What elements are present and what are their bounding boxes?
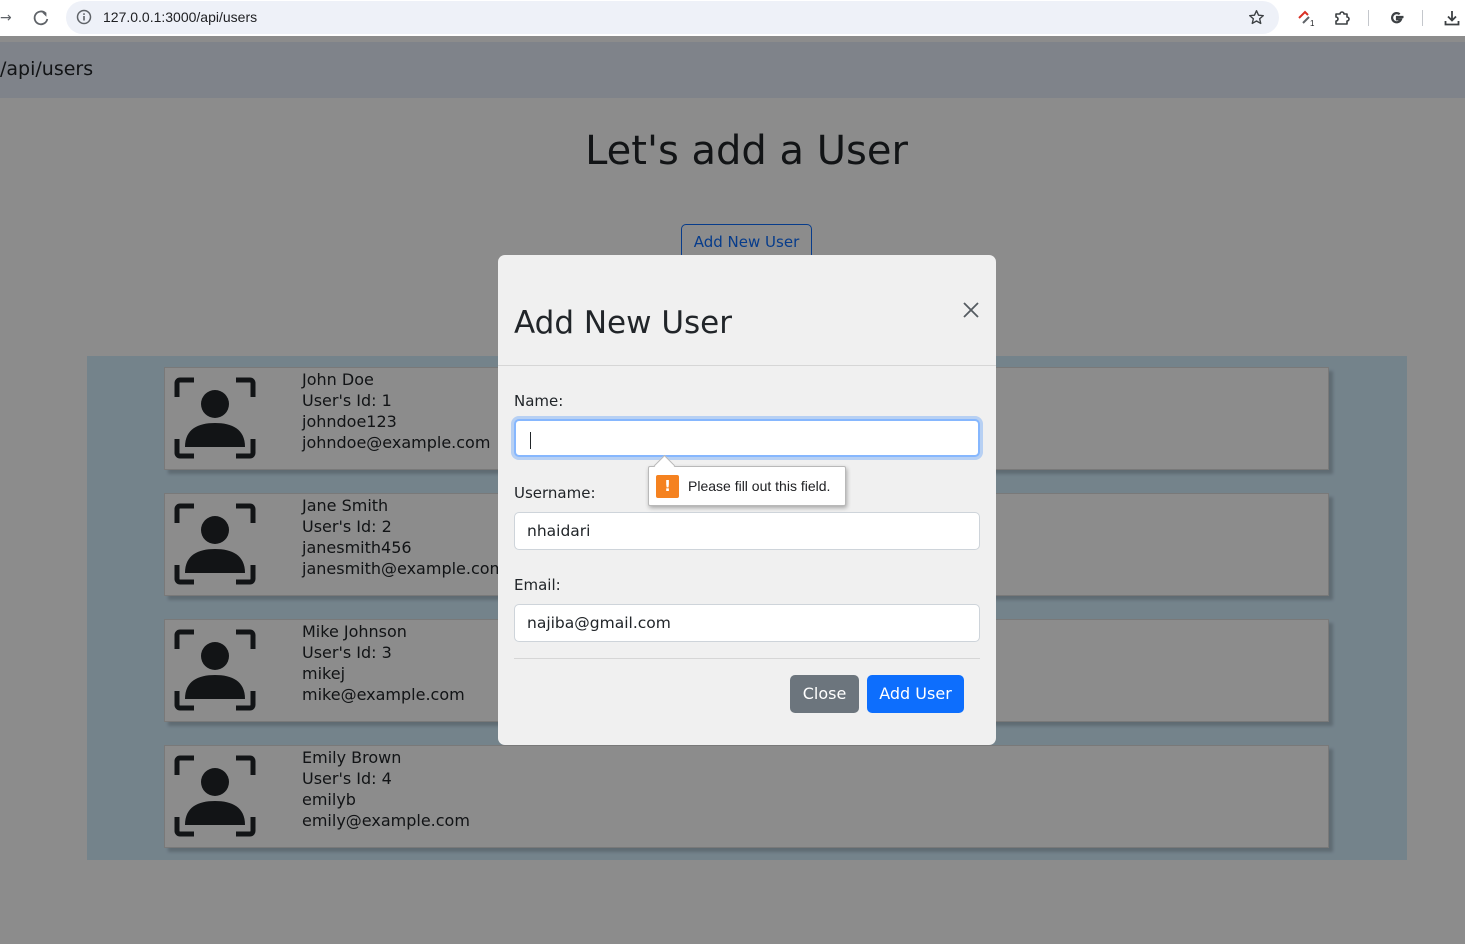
site-info-icon[interactable]	[76, 9, 92, 25]
username-input[interactable]: nhaidari	[514, 512, 980, 550]
validation-tooltip: ! Please fill out this field.	[648, 454, 846, 506]
modal-title: Add New User	[514, 305, 732, 341]
reload-icon[interactable]	[32, 9, 50, 27]
email-input[interactable]: najiba@gmail.com	[514, 604, 980, 642]
warning-glyph: !	[664, 477, 671, 495]
close-button[interactable]: Close	[790, 675, 859, 713]
username-value: nhaidari	[527, 522, 591, 540]
email-label: Email:	[514, 576, 561, 594]
username-label: Username:	[514, 484, 596, 502]
extensions-puzzle-icon[interactable]	[1333, 9, 1351, 27]
url-text[interactable]: 127.0.0.1:3000/api/users	[103, 9, 257, 26]
close-icon[interactable]	[961, 300, 981, 320]
email-value: najiba@gmail.com	[527, 614, 671, 632]
download-icon[interactable]	[1443, 9, 1461, 27]
page-viewport: /api/users Let's add a User Add New User…	[0, 36, 1465, 944]
modal-footer-divider	[514, 658, 980, 659]
validation-message: Please fill out this field.	[688, 478, 831, 494]
forward-icon[interactable]: →	[0, 9, 14, 27]
extension-badge: 1	[1310, 19, 1315, 28]
text-caret	[530, 432, 531, 449]
add-user-submit-button[interactable]: Add User	[867, 675, 964, 713]
toolbar-divider	[1422, 10, 1423, 26]
modal-header-divider	[498, 365, 996, 366]
name-label: Name:	[514, 392, 564, 410]
warning-icon: !	[656, 475, 679, 498]
google-account-icon[interactable]	[1388, 9, 1406, 27]
browser-toolbar: → 127.0.0.1:3000/api/users 1	[0, 0, 1465, 36]
bookmark-star-icon[interactable]	[1248, 9, 1265, 26]
name-input[interactable]	[514, 419, 980, 457]
address-bar[interactable]: 127.0.0.1:3000/api/users	[66, 1, 1279, 34]
toolbar-divider	[1368, 10, 1369, 26]
